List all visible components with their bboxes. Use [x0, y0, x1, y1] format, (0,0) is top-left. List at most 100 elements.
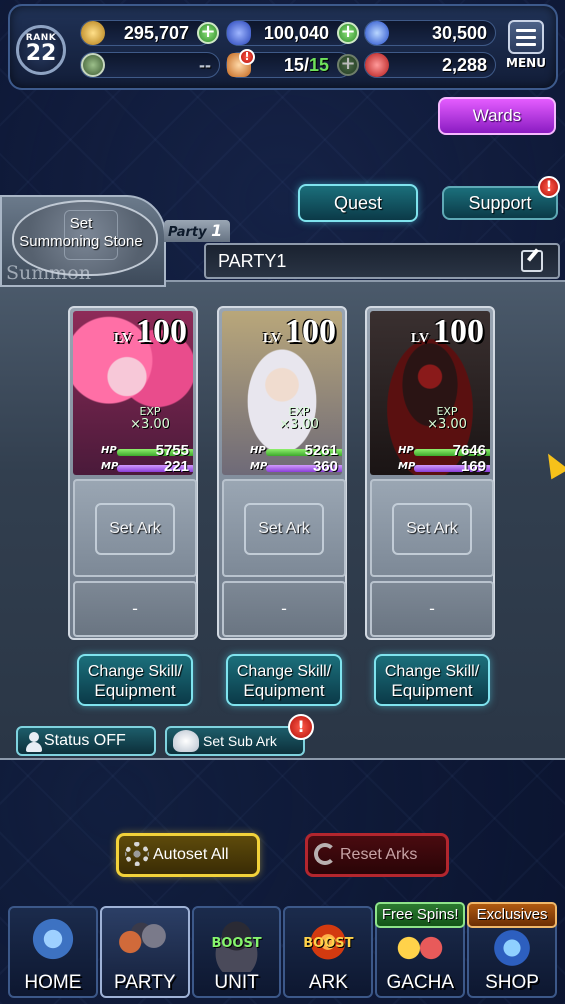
nav-party[interactable]: PARTY — [99, 906, 190, 998]
party-name: PARTY1 — [204, 243, 560, 279]
set-ark-label: Set Ark — [95, 503, 175, 555]
ark-slot[interactable]: Set Ark — [222, 479, 346, 577]
quest-button[interactable]: Quest — [298, 184, 418, 222]
hp-label: HP — [398, 445, 414, 456]
stamina-alert-icon: ! — [239, 49, 255, 65]
character-portrait[interactable]: LV 100 EXP ×3.00 HP 5261 MP 360 — [222, 311, 342, 475]
exp-boost: EXP ×3.00 — [416, 405, 478, 431]
sub-ark-label: Set Sub Ark — [203, 733, 277, 749]
exp-boost: EXP ×3.00 — [268, 405, 330, 431]
home-castle-icon — [16, 912, 90, 972]
crystal-plus-icon[interactable]: + — [337, 22, 359, 44]
mp-value: 360 — [312, 458, 338, 475]
nav-home[interactable]: HOME — [8, 906, 98, 998]
exp-boost: EXP ×3.00 — [119, 405, 181, 431]
gold-plus-icon[interactable]: + — [197, 22, 219, 44]
skill-line2: Equipment — [94, 681, 176, 700]
party-tab[interactable]: Party 1 — [164, 220, 230, 242]
stamina-max: 15 — [308, 55, 329, 75]
party-member-card: LV 100 EXP ×3.00 HP 5755 MP 221 Set Ark - — [68, 306, 198, 640]
change-skill-equipment-button[interactable]: Change Skill/ Equipment — [374, 654, 490, 706]
reset-icon — [314, 843, 336, 865]
stamina-counter: ! 15/15 + — [226, 49, 359, 78]
set-summoning-stone-label: Set Summoning Stone — [8, 215, 154, 251]
hp-bar: HP 5755 — [101, 442, 193, 459]
reset-arks-button[interactable]: Reset Arks — [305, 833, 449, 877]
party-tab-word: Party — [168, 225, 207, 240]
stamina-plus-icon[interactable]: + — [337, 54, 359, 76]
hp-value: 5261 — [304, 442, 338, 459]
exp-multiplier: ×3.00 — [130, 417, 170, 432]
nav-ark[interactable]: BOOST ARK — [283, 906, 374, 998]
crystal-counter: 100,040 + — [226, 20, 359, 46]
nav-shop-label: SHOP — [485, 972, 539, 993]
set-sub-ark-button[interactable]: Set Sub Ark — [165, 726, 305, 756]
mp-bar: MP 169 — [398, 458, 490, 475]
ark-slot[interactable]: Set Ark — [73, 479, 197, 577]
reset-label: Reset Arks — [340, 846, 418, 863]
stamina-current: 15 — [283, 55, 304, 75]
mp-label: MP — [250, 461, 268, 472]
level-label: LV — [113, 331, 132, 346]
sub-ark-slot[interactable]: - — [370, 581, 494, 637]
exp-multiplier: ×3.00 — [427, 417, 467, 432]
nav-party-label: PARTY — [113, 972, 176, 993]
nav-unit[interactable]: BOOST UNIT — [191, 906, 282, 998]
level-value: 100 — [136, 313, 187, 350]
set-summoning-line2: Summoning Stone — [19, 233, 143, 250]
skill-line2: Equipment — [391, 681, 473, 700]
status-label: Status OFF — [44, 732, 126, 749]
set-ark-label: Set Ark — [392, 503, 472, 555]
gold-value: 295,707 — [123, 23, 189, 43]
ark-slot[interactable]: Set Ark — [370, 479, 494, 577]
skill-line2: Equipment — [243, 681, 325, 700]
menu-label: MENU — [506, 56, 546, 70]
red-orb-icon — [365, 53, 389, 77]
unit-boost-badge: BOOST — [211, 936, 262, 951]
party-tab-number: 1 — [211, 221, 223, 240]
bottom-nav: HOME PARTY BOOST UNIT BOOST ARK Free Spi… — [0, 902, 565, 1004]
crystal-value: 100,040 — [263, 23, 329, 43]
exp-multiplier: ×3.00 — [279, 417, 319, 432]
level-display: LV 100 — [411, 313, 484, 351]
sub-ark-slot[interactable]: - — [73, 581, 197, 637]
menu-button[interactable]: MENU — [504, 20, 548, 76]
skill-line1: Change Skill/ — [384, 663, 480, 680]
nav-shop[interactable]: Exclusives SHOP — [467, 902, 557, 998]
free-spins-badge: Free Spins! — [375, 902, 466, 928]
support-alert-icon: ! — [538, 176, 560, 198]
blue-orb-icon — [365, 21, 389, 45]
level-value: 100 — [433, 313, 484, 350]
hp-label: HP — [101, 445, 117, 456]
gold-counter: 295,707 + — [80, 20, 219, 46]
ark-boost-badge: BOOST — [303, 936, 354, 951]
blue-orb-counter: 30,500 — [364, 20, 496, 46]
gold-coin-icon — [81, 21, 105, 45]
sub-ark-slot[interactable]: - — [222, 581, 346, 637]
level-display: LV 100 — [114, 313, 187, 351]
nav-gacha[interactable]: Free Spins! GACHA — [375, 902, 466, 998]
party-member-card: LV 100 EXP ×3.00 HP 7646 MP 169 Set Ark - — [365, 306, 495, 640]
level-value: 100 — [285, 313, 336, 350]
sub-ark-icon — [173, 730, 199, 752]
hp-bar: HP 7646 — [398, 442, 490, 459]
nav-ark-label: ARK — [308, 972, 348, 993]
wards-button[interactable]: Wards — [438, 97, 556, 135]
edit-party-name-icon[interactable] — [521, 250, 543, 272]
change-skill-equipment-button[interactable]: Change Skill/ Equipment — [226, 654, 342, 706]
ark-status-counter: -- — [80, 52, 220, 78]
set-ark-label: Set Ark — [244, 503, 324, 555]
character-portrait[interactable]: LV 100 EXP ×3.00 HP 5755 MP 221 — [73, 311, 193, 475]
hp-label: HP — [250, 445, 266, 456]
red-orb-counter: 2,288 — [364, 52, 496, 78]
rank-value: 22 — [25, 41, 57, 66]
sub-ark-alert-icon: ! — [288, 714, 314, 740]
change-skill-equipment-button[interactable]: Change Skill/ Equipment — [77, 654, 193, 706]
status-toggle-button[interactable]: Status OFF — [16, 726, 156, 756]
person-icon — [26, 732, 42, 752]
character-portrait[interactable]: LV 100 EXP ×3.00 HP 7646 MP 169 — [370, 311, 490, 475]
autoset-all-button[interactable]: Autoset All — [116, 833, 260, 877]
mp-value: 221 — [163, 458, 189, 475]
rank-badge[interactable]: RANK 22 — [16, 25, 66, 75]
hp-value: 7646 — [452, 442, 486, 459]
